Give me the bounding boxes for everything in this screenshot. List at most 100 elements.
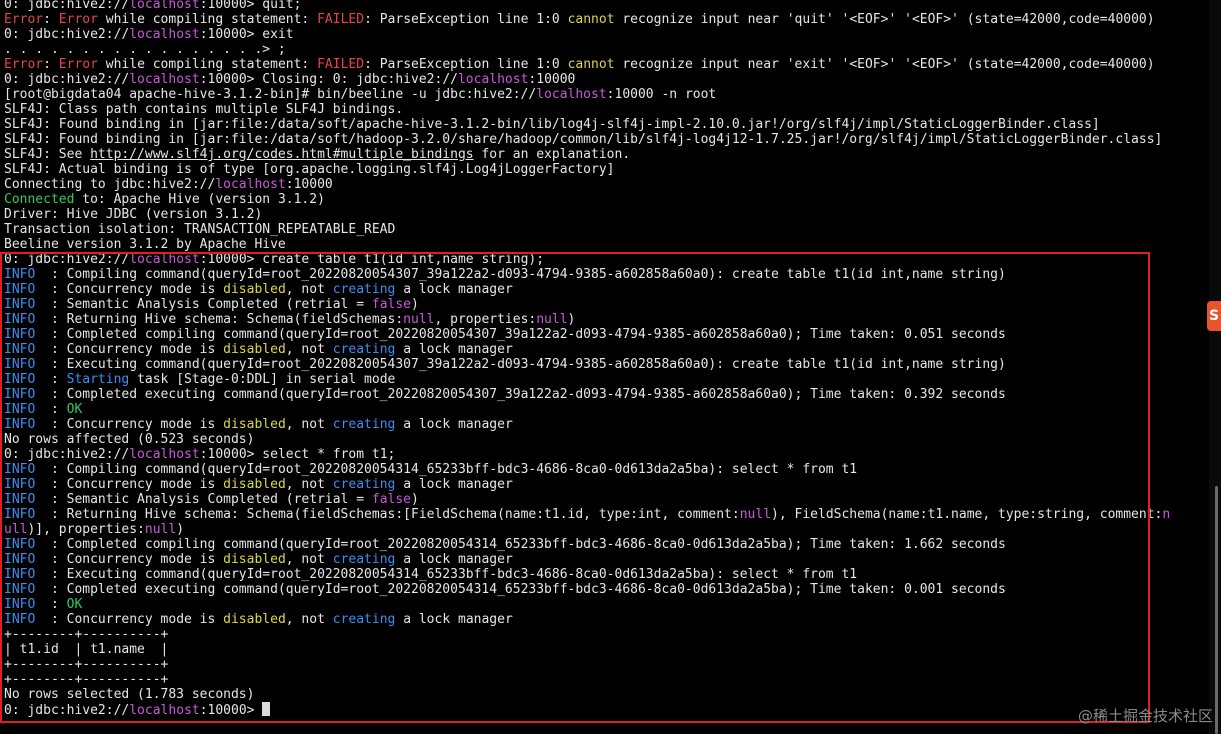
terminal-text: creating xyxy=(332,612,396,627)
terminal-text: : Concurrency mode is xyxy=(43,612,224,627)
terminal-text: creating xyxy=(332,417,396,432)
terminal-text: :10000> Closing: 0: jdbc:hive2:// xyxy=(199,72,458,87)
terminal-link[interactable]: http://www.slf4j.org/codes.html#multiple… xyxy=(90,147,474,162)
terminal-text: :10000> select * from t1; xyxy=(199,447,396,462)
terminal-text: disabled xyxy=(223,477,286,492)
terminal-text: INFO xyxy=(4,597,44,612)
terminal-text: false xyxy=(371,297,412,312)
terminal-text: : Executing command(queryId=root_2022082… xyxy=(43,357,1006,372)
terminal-text: OK xyxy=(66,597,83,612)
terminal-text: a lock manager xyxy=(395,612,513,627)
terminal-line: No rows selected (1.783 seconds) xyxy=(4,687,1204,702)
terminal-text: : Returning Hive schema: Schema(fieldSch… xyxy=(43,507,740,522)
terminal-text: to: Apache Hive (version 3.1.2) xyxy=(74,192,325,207)
terminal-text: null xyxy=(739,507,772,522)
terminal-line: Beeline version 3.1.2 by Apache Hive xyxy=(4,237,1204,252)
terminal-text: 0: jdbc:hive2:// xyxy=(4,0,130,12)
terminal-line: INFO : Returning Hive schema: Schema(fie… xyxy=(4,312,1204,327)
terminal-line: INFO : Concurrency mode is disabled, not… xyxy=(4,477,1204,492)
terminal-line: +--------+----------+ xyxy=(4,627,1204,642)
terminal-text: creating xyxy=(332,477,396,492)
terminal-text: INFO xyxy=(4,357,44,372)
terminal-line: INFO : Semantic Analysis Completed (retr… xyxy=(4,492,1204,507)
terminal-text: ), FieldSchema(name:t1.name, type:string… xyxy=(771,507,1163,522)
terminal-cursor[interactable] xyxy=(262,702,271,716)
terminal-line: INFO : Semantic Analysis Completed (retr… xyxy=(4,297,1204,312)
terminal-text: creating xyxy=(332,342,396,357)
terminal-line: Connected to: Apache Hive (version 3.1.2… xyxy=(4,192,1204,207)
terminal-text: : Returning Hive schema: Schema(fieldSch… xyxy=(43,312,404,327)
terminal-text: , not xyxy=(285,342,333,357)
terminal-text: : xyxy=(43,372,67,387)
terminal-text: a lock manager xyxy=(395,552,513,567)
terminal-line: 0: jdbc:hive2://localhost:10000> create … xyxy=(4,252,1204,267)
terminal-text: task [Stage-0:DDL] in serial mode xyxy=(129,372,396,387)
terminal-text: No rows affected (0.523 seconds) xyxy=(4,432,255,447)
terminal-text: : Concurrency mode is xyxy=(43,552,224,567)
vertical-scrollbar[interactable] xyxy=(1209,0,1221,734)
terminal-text: Error xyxy=(58,57,98,72)
terminal-text: SLF4J: See xyxy=(4,147,91,162)
terminal-text: , not xyxy=(285,282,333,297)
terminal-line: INFO : Returning Hive schema: Schema(fie… xyxy=(4,507,1204,522)
terminal-line: 0: jdbc:hive2://localhost:10000> select … xyxy=(4,447,1204,462)
terminal-text: :10000 -n root xyxy=(606,87,717,102)
terminal-text: INFO xyxy=(4,492,44,507)
terminal-text: while compiling statement: xyxy=(97,12,318,27)
terminal-line: INFO : Concurrency mode is disabled, not… xyxy=(4,342,1204,357)
terminal-line: INFO : Concurrency mode is disabled, not… xyxy=(4,552,1204,567)
terminal-text: No rows selected (1.783 seconds) xyxy=(4,687,255,702)
terminal-text: a lock manager xyxy=(395,342,513,357)
terminal-text: INFO xyxy=(4,342,44,357)
terminal-text: n xyxy=(1162,507,1171,522)
terminal-text: +--------+----------+ xyxy=(4,627,169,642)
terminal-text: cannot xyxy=(567,12,615,27)
terminal-line: SLF4J: See http://www.slf4j.org/codes.ht… xyxy=(4,147,1204,162)
terminal-text: disabled xyxy=(223,282,286,297)
terminal-text: FAILED xyxy=(317,57,365,72)
terminal-text: INFO xyxy=(4,387,44,402)
terminal-text: false xyxy=(371,492,412,507)
terminal-text: recognize input near 'exit' '<EOF>' '<EO… xyxy=(614,57,1155,72)
terminal-text: creating xyxy=(332,552,396,567)
terminal-text: localhost xyxy=(129,27,200,42)
terminal-line: SLF4J: Actual binding is of type [org.ap… xyxy=(4,162,1204,177)
terminal-line: . . . . . . . . . . . . . . . . .> ; xyxy=(4,42,1204,57)
terminal-text: INFO xyxy=(4,297,44,312)
terminal-line: +--------+----------+ xyxy=(4,672,1204,687)
terminal-text: localhost xyxy=(129,0,200,12)
terminal-text: INFO xyxy=(4,417,44,432)
terminal-line: SLF4J: Found binding in [jar:file:/data/… xyxy=(4,117,1204,132)
terminal-text: localhost xyxy=(536,87,607,102)
scrollbar-thumb[interactable] xyxy=(1215,486,1218,734)
terminal-text: recognize input near 'quit' '<EOF>' '<EO… xyxy=(614,12,1155,27)
terminal-line: [root@bigdata04 apache-hive-3.1.2-bin]# … xyxy=(4,87,1204,102)
terminal-line: SLF4J: Found binding in [jar:file:/data/… xyxy=(4,132,1204,147)
terminal-text: disabled xyxy=(223,552,286,567)
terminal-text: disabled xyxy=(223,612,286,627)
terminal-line: 0: jdbc:hive2://localhost:10000> exit xyxy=(4,27,1204,42)
terminal-text: while compiling statement: xyxy=(97,57,318,72)
terminal-text: :10000> create table t1(id int,name stri… xyxy=(199,252,545,267)
terminal-text: INFO xyxy=(4,582,44,597)
terminal-text: 0: jdbc:hive2:// xyxy=(4,447,130,462)
terminal-line: Connecting to jdbc:hive2://localhost:100… xyxy=(4,177,1204,192)
terminal-text: a lock manager xyxy=(395,417,513,432)
terminal-text: +--------+----------+ xyxy=(4,657,169,672)
terminal-line: Driver: Hive JDBC (version 3.1.2) xyxy=(4,207,1204,222)
terminal-line: 0: jdbc:hive2://localhost:10000> xyxy=(4,702,1204,717)
terminal-text: 0: jdbc:hive2:// xyxy=(4,252,130,267)
terminal-text: : ParseException line 1:0 xyxy=(364,57,568,72)
juejin-badge-icon[interactable]: S xyxy=(1207,301,1221,331)
terminal-text: :10000 xyxy=(528,72,576,87)
terminal-line: 0: jdbc:hive2://localhost:10000> Closing… xyxy=(4,72,1204,87)
terminal-text: INFO xyxy=(4,312,44,327)
terminal-text: : Concurrency mode is xyxy=(43,282,224,297)
terminal-text: creating xyxy=(332,282,396,297)
terminal-line: INFO : OK xyxy=(4,402,1204,417)
terminal-line: INFO : OK xyxy=(4,597,1204,612)
terminal-line: | t1.id | t1.name | xyxy=(4,642,1204,657)
terminal-line: 0: jdbc:hive2://localhost:10000> quit; xyxy=(4,0,1204,12)
terminal-text: : Completed compiling command(queryId=ro… xyxy=(43,537,1006,552)
terminal-output[interactable]: 0: jdbc:hive2://localhost:10000> quit; Er… xyxy=(4,0,1204,717)
